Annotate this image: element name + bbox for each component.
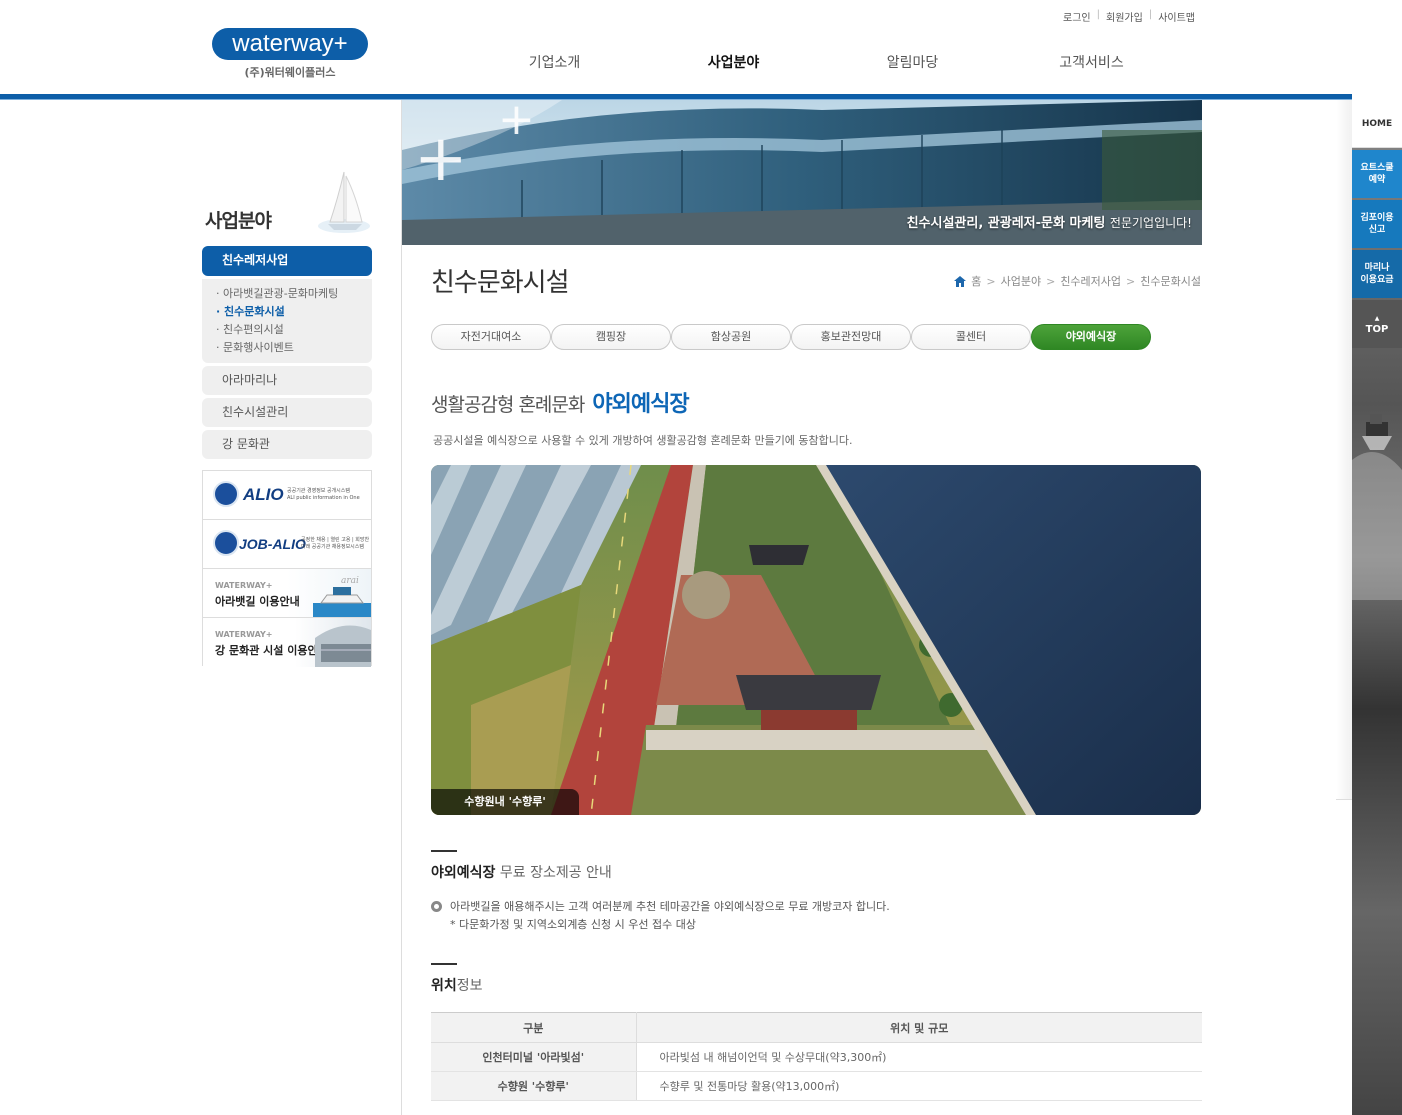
alio-banner[interactable]: ALIO 공공기관 경영정보 공개시스템 ALI public informat… [203, 471, 371, 520]
breadcrumb-current: 친수문화시설 [1140, 275, 1201, 288]
quick-marina-fee-button[interactable]: 마리나 이용요금 [1352, 250, 1402, 298]
breadcrumb-item[interactable]: 사업분야 [1001, 273, 1041, 289]
tab-ship-park[interactable]: 함상공원 [671, 324, 791, 350]
sidebar-divider [401, 100, 402, 1115]
page-title: 친수문화시설 [431, 268, 570, 298]
job-alio-title: JOB-ALIO [239, 536, 306, 552]
free-venue-note: * 다문화가정 및 지역소외계층 신청 시 우선 접수 대상 [450, 918, 696, 931]
alio-logo-icon [213, 481, 239, 507]
chevron-right-icon: > [986, 274, 996, 288]
free-venue-heading: 야외예식장 무료 장소제공 안내 [431, 850, 612, 882]
tab-bicycle-rental[interactable]: 자전거대여소 [431, 324, 551, 350]
gnb-item-company[interactable]: 기업소개 [465, 52, 644, 72]
quick-top-button[interactable]: ▲ TOP [1352, 300, 1402, 348]
sidebar-subitem-active[interactable]: · 친수문화시설 [216, 303, 372, 321]
global-nav: 기업소개 사업분야 알림마당 고객서비스 [465, 52, 1181, 72]
table-row: 인천터미널 '아라빛섬' 아라빛섬 내 해넘이언덕 및 수상무대(약3,300㎡… [431, 1042, 1202, 1072]
tab-observatory[interactable]: 홍보관전망대 [791, 324, 911, 350]
table-header: 위치 및 규모 [636, 1012, 1202, 1043]
sitemap-link[interactable]: 사이트맵 [1152, 9, 1201, 24]
table-header-row: 구분 위치 및 규모 [431, 1012, 1202, 1043]
sidebar-submenu: · 아라뱃길관광-문화마케팅 · 친수문화시설 · 친수편의시설 · 문화행사이… [202, 279, 372, 363]
table-row: 수향원 '수향루' 수향루 및 전통마당 활용(약13,000㎡) [431, 1071, 1202, 1101]
section-intro: 공공시설을 예식장으로 사용할 수 있게 개방하여 생활공감형 혼례문화 만들기… [433, 434, 853, 447]
bullet-icon [431, 900, 442, 912]
job-alio-banner[interactable]: JOB-ALIO 공정한 채용 | 열린 고용 | 희망찬 미래 공공기관 채용… [203, 520, 371, 569]
table-cell-key: 인천터미널 '아라빛섬' [431, 1042, 637, 1072]
section-heading: 생활공감형 혼례문화 야외예식장 [431, 392, 690, 417]
site-logo[interactable]: waterway+ [212, 28, 368, 60]
signup-link[interactable]: 회원가입 [1100, 9, 1149, 24]
quick-home-button[interactable]: HOME [1352, 100, 1402, 148]
alio-desc: 공공기관 경영정보 공개시스템 ALI public information i… [287, 488, 360, 501]
table-cell-key: 수향원 '수향루' [431, 1071, 637, 1101]
photo-caption: 수향원내 '수향루' [431, 789, 579, 815]
tab-camping[interactable]: 캠핑장 [551, 324, 671, 350]
quick-shadow [1336, 100, 1352, 800]
sidebar-item-gang-museum[interactable]: 강 문화관 [202, 430, 372, 459]
svg-text:+: + [414, 122, 468, 196]
home-icon[interactable] [954, 275, 967, 287]
ship-icon: arai [313, 576, 371, 617]
breadcrumb: 홈 > 사업분야 > 친수레저사업 > 친수문화시설 [954, 273, 1201, 289]
sailboat-icon [318, 171, 370, 233]
quick-menu: HOME 요트스쿨 예약 김포이용 신고 마리나 이용요금 ▲ TOP [1352, 100, 1402, 1115]
sidebar-item-marina[interactable]: 아라마리나 [202, 366, 372, 395]
sidebar-banners: ALIO 공공기관 경영정보 공개시스템 ALI public informat… [202, 470, 372, 667]
sidebar-subitem[interactable]: · 문화행사이벤트 [216, 339, 372, 357]
building-icon [315, 625, 371, 667]
site-header: waterway+ (주)워터웨이플러스 로그인 | 회원가입 | 사이트맵 기… [0, 0, 1402, 100]
location-table: 구분 위치 및 규모 인천터미널 '아라빛섬' 아라빛섬 내 해넘이언덕 및 수… [431, 1012, 1202, 1101]
tab-call-center[interactable]: 콜센터 [911, 324, 1031, 350]
heading-bar [431, 963, 457, 965]
table-cell-value: 수향루 및 전통마당 활용(약13,000㎡) [636, 1071, 1202, 1101]
banner-brand: WATERWAY+ [215, 581, 273, 590]
banner-brand: WATERWAY+ [215, 630, 273, 639]
alio-title: ALIO [243, 485, 284, 504]
sidebar-item-leisure[interactable]: 친수레저사업 [202, 246, 372, 276]
sidebar-item-facility[interactable]: 친수시설관리 [202, 398, 372, 427]
gnb-item-customer[interactable]: 고객서비스 [1002, 52, 1181, 72]
sidebar-title: 사업분야 [205, 210, 272, 232]
job-alio-desc: 공정한 채용 | 열린 고용 | 희망찬 미래 공공기관 채용정보시스템 [301, 537, 370, 550]
chevron-right-icon: > [1126, 274, 1136, 288]
svg-text:+: + [498, 100, 535, 145]
gang-museum-banner[interactable]: WATERWAY+ 강 문화관 시설 이용안내 [203, 618, 371, 667]
visual-slogan: 친수시설관리, 관광레저-문화 마케팅 전문기업입니다! [906, 216, 1192, 231]
banner-label: 아라뱃길 이용안내 [215, 595, 300, 608]
chevron-right-icon: > [1046, 274, 1056, 288]
arrow-up-icon: ▲ [1374, 315, 1380, 322]
job-alio-logo-icon [213, 530, 239, 556]
quick-gimpo-report-button[interactable]: 김포이용 신고 [1352, 200, 1402, 248]
sidebar-subitem[interactable]: · 아라뱃길관광-문화마케팅 [216, 285, 372, 303]
banner-label: 강 문화관 시설 이용안내 [215, 644, 328, 657]
table-cell-value: 아라빛섬 내 해넘이언덕 및 수상무대(약3,300㎡) [636, 1042, 1202, 1072]
breadcrumb-home[interactable]: 홈 [971, 273, 981, 289]
wedding-venue-photo: 수향원내 '수향루' [431, 465, 1201, 815]
location-heading: 위치정보 [431, 963, 483, 995]
ara-guide-banner[interactable]: WATERWAY+ 아라뱃길 이용안내 arai [203, 569, 371, 618]
login-link[interactable]: 로그인 [1057, 9, 1097, 24]
table-header: 구분 [431, 1012, 637, 1043]
facility-tabs: 자전거대여소 캠핑장 함상공원 홍보관전망대 콜센터 야외예식장 [431, 324, 1151, 350]
aerial-photo [431, 465, 1201, 815]
quick-yacht-school-button[interactable]: 요트스쿨 예약 [1352, 150, 1402, 198]
gnb-item-business[interactable]: 사업분야 [644, 52, 823, 72]
boat-photo [1352, 414, 1402, 600]
gnb-item-notice[interactable]: 알림마당 [823, 52, 1002, 72]
free-venue-desc: 아라뱃길을 애용해주시는 고객 여러분께 추천 테마공간을 야외예식장으로 무료… [431, 898, 890, 914]
tab-outdoor-wedding[interactable]: 야외예식장 [1031, 324, 1151, 350]
svg-text:arai: arai [341, 576, 359, 586]
utility-nav: 로그인 | 회원가입 | 사이트맵 [1057, 9, 1201, 24]
breadcrumb-item[interactable]: 친수레저사업 [1060, 273, 1121, 289]
heading-bar [431, 850, 457, 852]
company-name: (주)워터웨이플러스 [244, 66, 336, 79]
main-visual: + + 친수시설관리, 관광레저-문화 마케팅 전문기업입니다! [402, 100, 1202, 245]
sidebar-subitem[interactable]: · 친수편의시설 [216, 321, 372, 339]
